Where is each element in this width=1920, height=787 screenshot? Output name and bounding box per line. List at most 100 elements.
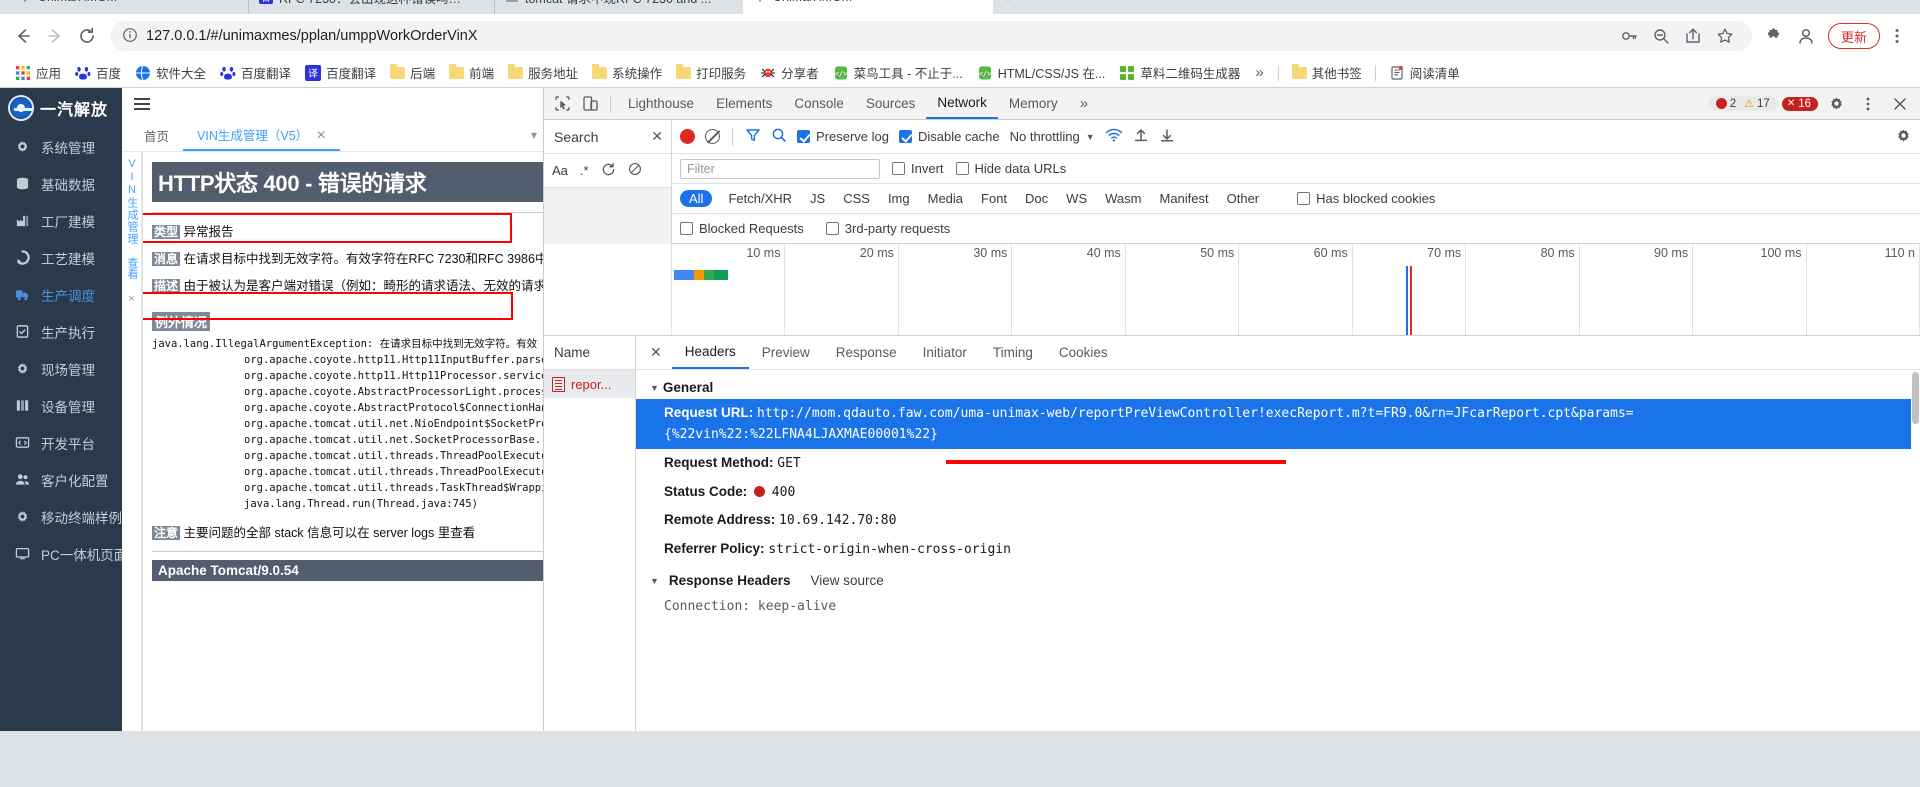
close-icon[interactable]: × <box>128 293 134 306</box>
detail-tab-response[interactable]: Response <box>823 336 910 369</box>
hide-data-urls-checkbox[interactable]: Hide data URLs <box>955 161 1066 176</box>
browser-tab[interactable]: 百 RFC 7230：会出现这种错误吗_正... ✕ <box>249 0 494 14</box>
tab-console[interactable]: Console <box>783 88 855 119</box>
bookmark-translate[interactable]: 译 百度翻译 <box>298 60 383 85</box>
address-bar[interactable]: 127.0.0.1/#/unimaxmes/pplan/umppWorkOrde… <box>110 21 1752 51</box>
sidebar-item-site-management[interactable]: 现场管理 <box>0 350 122 387</box>
bookmark-folder-service-url[interactable]: 服务地址 <box>501 60 585 85</box>
type-filter-ws[interactable]: WS <box>1064 190 1089 207</box>
column-header-name[interactable]: Name <box>544 336 635 370</box>
menu-collapse-icon[interactable] <box>134 95 150 113</box>
sidebar-item-process-modeling[interactable]: 工艺建模 <box>0 239 122 276</box>
type-filter-all[interactable]: All <box>680 190 713 207</box>
info-circle-icon[interactable] <box>122 27 138 46</box>
type-filter-doc[interactable]: Doc <box>1023 190 1050 207</box>
view-source-link[interactable]: View source <box>810 573 883 588</box>
sidebar-item-equipment-management[interactable]: 设备管理 <box>0 387 122 424</box>
sidebar-item-mobile-terminal-samples[interactable]: 移动终端样例库 <box>0 498 136 535</box>
sidebar-item-production-scheduling[interactable]: 生产调度 <box>0 276 122 313</box>
bookmark-software[interactable]: 软件大全 <box>128 60 213 85</box>
chevron-down-icon[interactable]: ▾ <box>531 128 537 142</box>
has-blocked-cookies-checkbox[interactable]: Has blocked cookies <box>1297 191 1435 206</box>
preserve-log-checkbox[interactable]: Preserve log <box>797 129 889 144</box>
close-icon[interactable]: ✕ <box>474 0 484 4</box>
issues-counter[interactable]: 2 ⚠ 17 <box>1707 96 1778 111</box>
more-vertical-icon[interactable] <box>1854 91 1882 117</box>
bookmark-baidu-translate[interactable]: 百度翻译 <box>213 60 298 85</box>
new-tab-button[interactable]: + <box>993 0 1023 14</box>
sidebar-item-custom-config[interactable]: 客户化配置 <box>0 461 122 498</box>
request-row[interactable]: repor... <box>544 370 635 398</box>
reload-button[interactable] <box>72 21 102 51</box>
tab-memory[interactable]: Memory <box>998 88 1069 119</box>
wifi-icon[interactable] <box>1105 127 1123 146</box>
detail-tab-timing[interactable]: Timing <box>980 336 1046 369</box>
response-header-row[interactable]: Connection: keep-alive <box>636 592 1920 621</box>
type-filter-css[interactable]: CSS <box>841 190 872 207</box>
header-row-remote-address[interactable]: Remote Address: 10.69.142.70:80 <box>636 506 1920 535</box>
sidebar-item-pc-kiosk-page[interactable]: PC一体机页面 <box>0 535 127 572</box>
network-overview-timeline[interactable]: 10 ms 20 ms 30 ms 40 ms 50 ms 60 ms 70 m… <box>544 244 1920 336</box>
bookmark-sharer[interactable]: 分享者 <box>753 60 826 85</box>
bookmark-cainiao-tools[interactable]: </> 菜鸟工具 - 不止于... <box>826 60 970 85</box>
blocked-requests-checkbox[interactable]: Blocked Requests <box>680 221 804 236</box>
bookmark-other-bookmarks[interactable]: 其他书签 <box>1285 60 1369 85</box>
close-icon[interactable]: ✕ <box>651 128 663 145</box>
detail-scrollbar[interactable] <box>1911 370 1920 731</box>
page-tab-vin-management[interactable]: VIN生成管理（V5） ✕ <box>183 120 341 151</box>
bookmark-html-css-js[interactable]: </> HTML/CSS/JS 在... <box>970 60 1113 85</box>
update-button[interactable]: 更新 <box>1827 23 1880 49</box>
detail-tab-initiator[interactable]: Initiator <box>910 336 980 369</box>
throttling-select[interactable]: No throttling ▼ <box>1010 129 1095 144</box>
close-icon[interactable]: ✕ <box>316 128 326 142</box>
cursor-select-icon[interactable] <box>548 91 576 117</box>
page-tab-home[interactable]: 首页 <box>130 120 183 151</box>
network-settings-gear-icon[interactable] <box>1895 127 1912 147</box>
password-key-icon[interactable] <box>1614 21 1644 51</box>
tab-lighthouse[interactable]: Lighthouse <box>617 88 705 119</box>
clear-icon[interactable] <box>705 129 720 144</box>
detail-tab-preview[interactable]: Preview <box>749 336 823 369</box>
type-filter-media[interactable]: Media <box>926 190 965 207</box>
detail-tab-cookies[interactable]: Cookies <box>1046 336 1121 369</box>
sidebar-item-production-execution[interactable]: 生产执行 <box>0 313 122 350</box>
disable-cache-checkbox[interactable]: Disable cache <box>898 129 1000 144</box>
bookmark-folder-system-ops[interactable]: 系统操作 <box>585 60 669 85</box>
sidebar-item-basic-data[interactable]: 基础数据 <box>0 165 122 202</box>
tab-sources[interactable]: Sources <box>855 88 927 119</box>
type-filter-font[interactable]: Font <box>979 190 1009 207</box>
type-filter-img[interactable]: Img <box>886 190 912 207</box>
regex-button[interactable]: .* <box>580 163 589 178</box>
bookmark-qrcode-generator[interactable]: 草料二维码生成器 <box>1112 60 1247 85</box>
bookmark-folder-frontend[interactable]: 前端 <box>442 60 501 85</box>
refresh-icon[interactable] <box>601 162 616 180</box>
browser-tab-active[interactable]: UniMax iMOM ✕ <box>743 0 993 14</box>
bookmarks-overflow-button[interactable]: » <box>1247 64 1271 81</box>
type-filter-fetch-xhr[interactable]: Fetch/XHR <box>726 190 794 207</box>
profile-avatar[interactable] <box>1792 22 1820 50</box>
sidebar-item-system-management[interactable]: 系统管理 <box>0 128 122 165</box>
clear-search-icon[interactable] <box>628 162 642 179</box>
match-case-button[interactable]: Aa <box>552 163 568 178</box>
bookmark-apps[interactable]: 应用 <box>8 60 68 85</box>
bookmark-folder-print-service[interactable]: 打印服务 <box>669 60 753 85</box>
tab-elements[interactable]: Elements <box>705 88 783 119</box>
sidebar-item-factory-modeling[interactable]: 工厂建模 <box>0 202 122 239</box>
close-icon[interactable]: ✕ <box>640 344 672 361</box>
search-icon[interactable] <box>771 127 787 146</box>
reading-list-button[interactable]: 阅读清单 <box>1382 60 1467 85</box>
close-icon[interactable] <box>1886 91 1914 117</box>
browser-tab[interactable]: UniMax iMOM ✕ <box>8 0 248 14</box>
invert-checkbox[interactable]: Invert <box>892 161 944 176</box>
back-button[interactable] <box>8 21 38 51</box>
device-toggle-icon[interactable] <box>576 91 604 117</box>
sidebar-item-development-platform[interactable]: 开发平台 <box>0 424 122 461</box>
type-filter-manifest[interactable]: Manifest <box>1157 190 1210 207</box>
header-row-referrer-policy[interactable]: Referrer Policy: strict-origin-when-cros… <box>636 535 1920 564</box>
gear-icon[interactable] <box>1822 91 1850 117</box>
close-icon[interactable]: ✕ <box>721 0 731 4</box>
browser-menu-button[interactable] <box>1882 21 1912 51</box>
close-icon[interactable]: ✕ <box>127 0 137 4</box>
tab-network[interactable]: Network <box>926 88 998 119</box>
forward-button[interactable] <box>40 21 70 51</box>
